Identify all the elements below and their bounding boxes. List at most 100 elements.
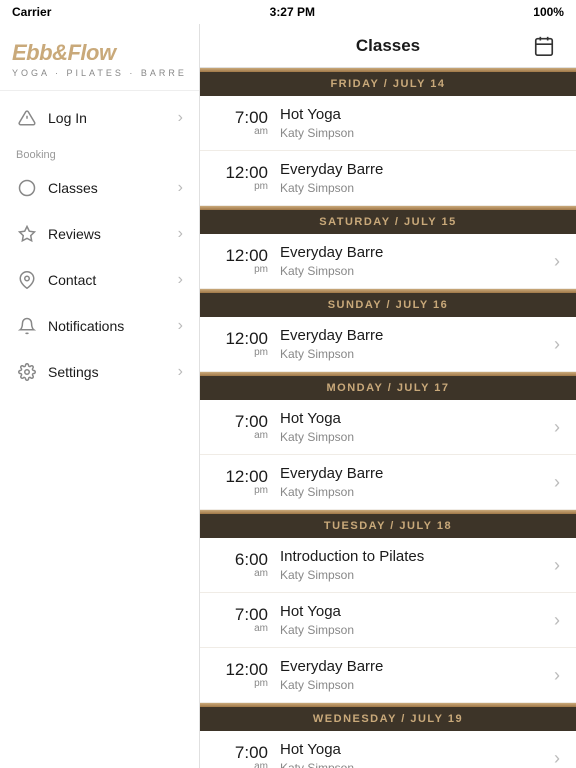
class-chevron-icon: › — [554, 610, 560, 631]
class-info: Everyday BarreKaty Simpson — [280, 161, 560, 195]
class-instructor: Katy Simpson — [280, 264, 554, 278]
class-chevron-icon: › — [554, 748, 560, 768]
contact-chevron: › — [178, 271, 183, 289]
class-instructor: Katy Simpson — [280, 623, 554, 637]
main-content: Classes FRIDAY / JULY 147:00amHot YogaKa… — [200, 24, 576, 768]
gear-icon — [16, 361, 38, 383]
class-chevron-icon: › — [554, 472, 560, 493]
class-ampm: pm — [216, 181, 268, 192]
class-info: Everyday BarreKaty Simpson — [280, 465, 554, 499]
sidebar-item-settings[interactable]: Settings › — [0, 349, 199, 395]
class-item[interactable]: 12:00pm Everyday Barre Katy Simpson› — [200, 234, 576, 289]
class-item[interactable]: 12:00pm Everyday BarreKaty Simpson› — [200, 455, 576, 510]
class-chevron-icon: › — [554, 555, 560, 576]
class-name: Hot Yoga — [280, 410, 554, 428]
app-body: Ebb&Flow YOGA · PILATES · BARRE Log In › — [0, 24, 576, 768]
class-hour: 6:00 — [216, 551, 268, 568]
class-info: Hot YogaKaty Simpson — [280, 603, 554, 637]
class-hour: 7:00 — [216, 109, 268, 126]
class-ampm: am — [216, 623, 268, 634]
day-header: SATURDAY / JULY 15 — [200, 210, 576, 234]
classes-chevron: › — [178, 179, 183, 197]
sidebar-item-notifications[interactable]: Notifications › — [0, 303, 199, 349]
class-time: 12:00pm — [216, 330, 268, 358]
class-ampm: pm — [216, 485, 268, 496]
class-time: 12:00pm — [216, 661, 268, 689]
class-ampm: pm — [216, 264, 268, 275]
reviews-chevron: › — [178, 225, 183, 243]
class-chevron-icon: › — [554, 251, 560, 272]
content-title: Classes — [248, 36, 528, 56]
login-chevron: › — [178, 109, 183, 127]
login-item[interactable]: Log In › — [0, 95, 199, 141]
class-info: Hot YogaKaty Simpson — [280, 410, 554, 444]
class-name: Introduction to Pilates — [280, 548, 554, 566]
sidebar-item-contact[interactable]: Contact › — [0, 257, 199, 303]
class-hour: 12:00 — [216, 164, 268, 181]
class-name: Everyday Barre — [280, 327, 554, 345]
class-time: 12:00pm — [216, 164, 268, 192]
notifications-label: Notifications — [48, 318, 178, 334]
logo-text: Ebb&Flow — [12, 40, 116, 65]
class-hour: 7:00 — [216, 413, 268, 430]
reviews-label: Reviews — [48, 226, 178, 242]
class-ampm: pm — [216, 678, 268, 689]
notifications-chevron: › — [178, 317, 183, 335]
calendar-icon-button[interactable] — [528, 30, 560, 62]
class-item[interactable]: 7:00am Hot YogaKaty Simpson› — [200, 400, 576, 455]
class-time: 7:00am — [216, 606, 268, 634]
location-icon — [16, 269, 38, 291]
login-label: Log In — [48, 110, 178, 126]
class-hour: 12:00 — [216, 661, 268, 678]
battery-label: 100% — [533, 5, 564, 19]
settings-chevron: › — [178, 363, 183, 381]
class-info: Everyday Barre Katy Simpson — [280, 327, 554, 361]
class-instructor: Katy Simpson — [280, 485, 554, 499]
class-instructor: Katy Simpson — [280, 678, 554, 692]
class-item[interactable]: 7:00am Hot YogaKaty Simpson› — [200, 593, 576, 648]
day-header: FRIDAY / JULY 14 — [200, 72, 576, 96]
class-name: Hot Yoga — [280, 741, 554, 759]
class-hour: 12:00 — [216, 247, 268, 264]
class-item[interactable]: 7:00amHot YogaKaty Simpson› — [200, 731, 576, 768]
class-chevron-icon: › — [554, 334, 560, 355]
class-time: 12:00pm — [216, 247, 268, 275]
warning-icon — [16, 107, 38, 129]
classes-label: Classes — [48, 180, 178, 196]
class-time: 7:00am — [216, 109, 268, 137]
day-header: SUNDAY / JULY 16 — [200, 293, 576, 317]
class-time: 7:00am — [216, 413, 268, 441]
status-bar: Carrier 3:27 PM 100% — [0, 0, 576, 24]
class-item[interactable]: 6:00amIntroduction to PilatesKaty Simpso… — [200, 538, 576, 593]
class-hour: 12:00 — [216, 468, 268, 485]
sidebar-item-classes[interactable]: Classes › — [0, 165, 199, 211]
class-instructor: Katy Simpson — [280, 347, 554, 361]
class-name: Everyday Barre — [280, 244, 554, 262]
contact-label: Contact — [48, 272, 178, 288]
class-item[interactable]: 12:00pmEveryday BarreKaty Simpson› — [200, 648, 576, 703]
circle-icon — [16, 177, 38, 199]
time-label: 3:27 PM — [270, 5, 315, 19]
class-instructor: Katy Simpson — [280, 126, 560, 140]
sidebar-nav: Log In › Booking Classes › — [0, 91, 199, 395]
class-chevron-icon: › — [554, 665, 560, 686]
logo-subtitle: YOGA · PILATES · BARRE — [12, 68, 187, 78]
settings-label: Settings — [48, 364, 178, 380]
sidebar-item-reviews[interactable]: Reviews › — [0, 211, 199, 257]
class-name: Hot Yoga — [280, 106, 560, 124]
schedule-list: FRIDAY / JULY 147:00amHot YogaKaty Simps… — [200, 68, 576, 768]
bell-icon — [16, 315, 38, 337]
class-info: Everyday Barre Katy Simpson — [280, 244, 554, 278]
class-item[interactable]: 12:00pm Everyday BarreKaty Simpson — [200, 151, 576, 206]
class-instructor: Katy Simpson — [280, 181, 560, 195]
logo-title: Ebb&Flow — [12, 40, 187, 66]
class-ampm: am — [216, 568, 268, 579]
class-ampm: pm — [216, 347, 268, 358]
class-chevron-icon: › — [554, 417, 560, 438]
carrier-label: Carrier — [12, 5, 51, 19]
class-item[interactable]: 12:00pm Everyday Barre Katy Simpson› — [200, 317, 576, 372]
class-item[interactable]: 7:00am Hot Yoga Katy Simpson — [200, 96, 576, 151]
class-info: Hot YogaKaty Simpson — [280, 741, 554, 768]
day-header: WEDNESDAY / JULY 19 — [200, 707, 576, 731]
class-ampm: am — [216, 126, 268, 137]
